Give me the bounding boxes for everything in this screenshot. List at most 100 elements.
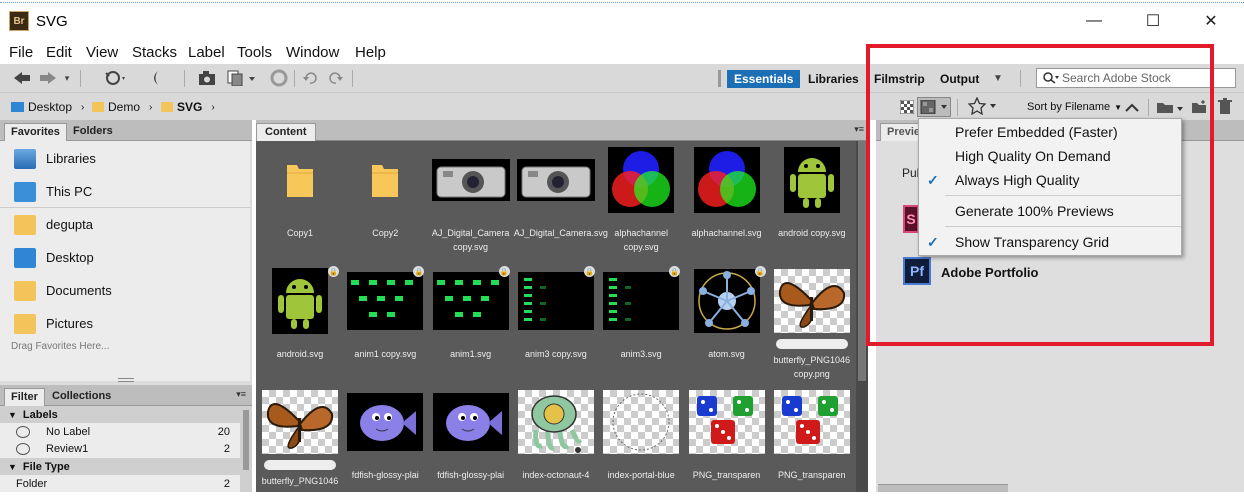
- history-dropdown-icon[interactable]: ▾: [62, 70, 72, 86]
- menu-file[interactable]: File: [9, 44, 33, 61]
- menu-stacks[interactable]: Stacks: [132, 44, 177, 61]
- menu-help[interactable]: Help: [355, 44, 386, 61]
- thumbnail-folder[interactable]: Copy1: [258, 144, 342, 254]
- panel-resize-grip[interactable]: [118, 378, 134, 382]
- filter-file-type-heading[interactable]: ▼ File Type: [0, 458, 240, 475]
- thumbnail-anim3[interactable]: 🔒 anim3 copy.svg: [514, 265, 598, 375]
- thumbnail-caption: AJ_Digital_Camera copy.svg: [431, 228, 510, 252]
- close-button[interactable]: ✕: [1199, 10, 1223, 32]
- android-thumbnail-image: 🔒: [260, 265, 340, 337]
- lock-icon: 🔒: [328, 266, 339, 277]
- breadcrumb-label: Demo: [108, 100, 141, 114]
- computer-icon: [14, 181, 36, 202]
- tab-folders[interactable]: Folders: [67, 123, 119, 141]
- thumbnail-butterfly[interactable]: butterfly_PNG1046 copy.png: [770, 265, 854, 379]
- panel-menu-icon[interactable]: ▾≡: [236, 389, 246, 400]
- thumbnail-portal[interactable]: index-portal-blue: [599, 386, 683, 496]
- tab-content[interactable]: Content: [256, 123, 316, 141]
- lock-icon: 🔒: [669, 266, 681, 277]
- rotate-right-icon[interactable]: [326, 70, 346, 86]
- thumbnail-butterfly[interactable]: butterfly_PNG1046: [258, 386, 342, 496]
- favorite-pictures[interactable]: Pictures: [0, 307, 252, 340]
- filter-row-review1[interactable]: Review1 2: [0, 440, 240, 457]
- thumbnail-android[interactable]: android copy.svg: [770, 144, 854, 254]
- octo-thumbnail-image: [516, 386, 596, 458]
- folder-icon: [92, 102, 104, 112]
- lock-icon: 🔒: [583, 266, 595, 277]
- filter-row-label: Folder: [16, 477, 48, 490]
- return-to-photoshop-icon[interactable]: [146, 70, 162, 86]
- filter-labels-heading[interactable]: ▼ Labels: [0, 406, 240, 423]
- favorite-libraries[interactable]: Libraries: [0, 142, 252, 175]
- thumbnail-camera[interactable]: AJ_Digital_Camera copy.svg: [429, 144, 513, 254]
- thumbnail-anim[interactable]: 🔒 anim1.svg: [429, 265, 513, 375]
- toolbar-separator: [294, 70, 295, 87]
- workspace-essentials[interactable]: Essentials: [727, 70, 801, 88]
- refine-icon[interactable]: [226, 70, 258, 86]
- content-scrollbar-thumb[interactable]: [858, 141, 866, 381]
- thumbnail-folder[interactable]: Copy2: [343, 144, 427, 254]
- thumbnail-octo[interactable]: index-octonaut-4: [514, 386, 598, 496]
- breadcrumb-label: SVG: [177, 100, 203, 114]
- menu-tools[interactable]: Tools: [237, 44, 272, 61]
- fish-thumbnail-image: [345, 386, 425, 458]
- delete-trash-icon[interactable]: [1216, 98, 1234, 114]
- filter-row-count: 2: [223, 477, 230, 490]
- metadata-panel-tabs[interactable]: [878, 484, 1008, 492]
- thumbnail-dice[interactable]: PNG_transparen: [685, 386, 769, 496]
- filter-row-folder[interactable]: Folder 2: [0, 475, 240, 492]
- favorite-this-pc[interactable]: This PC: [0, 175, 252, 208]
- tab-favorites[interactable]: Favorites: [4, 123, 67, 141]
- breadcrumb-svg[interactable]: SVG ›: [161, 100, 215, 114]
- menu-edit[interactable]: Edit: [46, 44, 72, 61]
- workspace-libraries[interactable]: Libraries: [801, 70, 866, 88]
- thumbnail-fish[interactable]: fdfish-glossy-plai: [343, 386, 427, 496]
- menu-label[interactable]: Label: [188, 44, 225, 61]
- maximize-button[interactable]: ☐: [1141, 10, 1165, 32]
- camera-raw-icon[interactable]: [268, 69, 290, 87]
- filter-scrollbar-thumb[interactable]: [243, 410, 249, 470]
- thumbnail-rgb[interactable]: alphachannel.svg: [685, 144, 769, 254]
- toolbar-separator: [184, 70, 185, 87]
- thumbnail-atom[interactable]: 🔒 atom.svg: [685, 265, 769, 375]
- thumbnail-anim[interactable]: 🔒 anim1 copy.svg: [343, 265, 427, 375]
- thumbnail-android[interactable]: 🔒 android.svg: [258, 265, 342, 375]
- filter-row-no-label[interactable]: No Label 20: [0, 423, 240, 440]
- filter-list: ▼ Labels No Label 20 Review1 2 ▼ File Ty…: [0, 406, 240, 492]
- breadcrumb-demo[interactable]: Demo ›: [92, 100, 152, 114]
- thumbnail-camera[interactable]: AJ_Digital_Camera.svg: [514, 144, 608, 254]
- forward-arrow-icon[interactable]: [38, 70, 58, 86]
- favorite-label: degupta: [46, 217, 93, 232]
- tab-filter[interactable]: Filter: [4, 388, 45, 406]
- minimize-button[interactable]: —: [1082, 10, 1106, 32]
- menu-view[interactable]: View: [86, 44, 118, 61]
- portal-thumbnail-image: [601, 386, 681, 458]
- libraries-icon: [14, 148, 36, 169]
- workspace-grip[interactable]: [718, 70, 721, 87]
- breadcrumb-desktop[interactable]: Desktop ›: [11, 100, 84, 114]
- thumbnail-anim3[interactable]: 🔒 anim3.svg: [599, 265, 683, 375]
- thumbnail-rgb[interactable]: alphachannel copy.svg: [599, 144, 683, 254]
- recent-files-icon[interactable]: [102, 70, 128, 86]
- back-arrow-icon[interactable]: [12, 70, 32, 86]
- favorite-label: This PC: [46, 184, 93, 199]
- favorite-documents[interactable]: Documents: [0, 274, 252, 307]
- anim3-thumbnail-image: 🔒: [601, 265, 681, 337]
- anim-thumbnail-image: 🔒: [431, 265, 511, 337]
- favorite-degupta[interactable]: degupta: [0, 208, 252, 241]
- menu-window[interactable]: Window: [286, 44, 339, 61]
- thumbnail-dice[interactable]: PNG_transparen: [770, 386, 854, 496]
- android-thumbnail-image: [772, 144, 852, 216]
- rotate-left-icon[interactable]: [300, 70, 320, 86]
- thumbnail-caption: android copy.svg: [778, 228, 846, 238]
- filter-scrollbar[interactable]: [240, 406, 252, 492]
- panel-menu-icon[interactable]: ▾≡: [854, 124, 864, 135]
- favorite-desktop[interactable]: Desktop: [0, 241, 252, 274]
- thumbnail-fish[interactable]: fdfish-glossy-plai: [429, 386, 513, 496]
- red-highlight-box: [866, 44, 1214, 346]
- no-label-icon: [16, 425, 30, 438]
- get-photos-camera-icon[interactable]: [196, 70, 218, 86]
- label-icon: [16, 442, 30, 455]
- tab-collections[interactable]: Collections: [46, 388, 117, 406]
- filter-row-label: Review1: [46, 442, 89, 455]
